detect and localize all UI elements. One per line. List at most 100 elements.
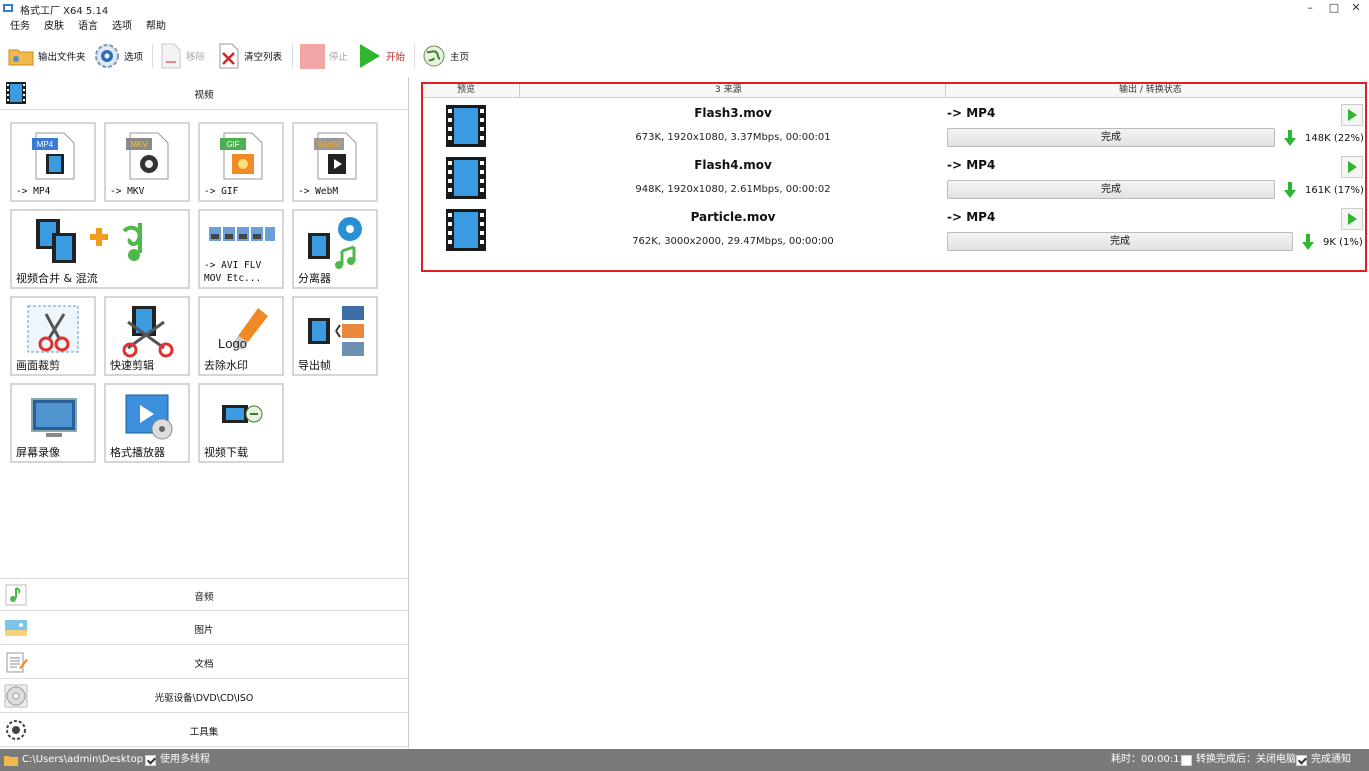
source-filename: Flash4.mov	[694, 158, 772, 172]
tile-to-webm[interactable]: WebM -> WebM	[292, 122, 378, 202]
tile-to-mp4-label: -> MP4	[16, 186, 51, 197]
menu-bar: 任务 皮肤 语言 选项 帮助	[0, 18, 1369, 36]
tile-remove-watermark-label: 去除水印	[204, 359, 248, 372]
menu-options[interactable]: 选项	[112, 18, 132, 36]
category-audio-header[interactable]: 音频	[0, 578, 408, 611]
tile-format-player[interactable]: 格式播放器	[104, 383, 190, 463]
output-format: -> MP4	[947, 158, 996, 172]
column-source[interactable]: 3 来源	[715, 84, 742, 96]
tile-video-download-label: 视频下载	[204, 446, 248, 459]
menu-skin[interactable]: 皮肤	[44, 18, 64, 36]
after-convert-checkbox[interactable]: 转换完成后：关闭电脑	[1181, 753, 1296, 767]
tile-export-frames-label: 导出帧	[298, 359, 331, 372]
clear-list-button[interactable]: 清空列表	[218, 42, 282, 70]
stop-button[interactable]: 停止	[300, 42, 348, 70]
output-path[interactable]: C:\Users\admin\Desktop	[4, 753, 143, 767]
clear-list-label: 清空列表	[244, 52, 283, 63]
category-disc-header[interactable]: 光驱设备\DVD\CD\ISO	[0, 680, 408, 713]
play-icon	[1348, 109, 1357, 121]
maximize-button[interactable]: □	[1326, 1, 1342, 15]
toolbar-divider	[292, 44, 293, 68]
notify-label: 完成通知	[1311, 754, 1351, 765]
mp4-badge-text: MP4	[37, 140, 54, 149]
tile-to-avi-flv-mov-label: -> AVI FLV MOV Etc...	[204, 260, 262, 284]
webm-file-icon: WebM	[314, 132, 357, 180]
multithread-checkbox[interactable]: 使用多线程	[145, 753, 210, 767]
home-button[interactable]: 主页	[422, 42, 469, 70]
tile-quick-clip[interactable]: 快速剪辑	[104, 296, 190, 376]
conversion-status: 完成	[1101, 132, 1121, 143]
start-label: 开始	[386, 52, 406, 63]
gif-file-icon: GIF	[220, 132, 263, 180]
tile-screen-record[interactable]: 屏幕录像	[10, 383, 96, 463]
source-metadata: 948K, 1920x1080, 2.61Mbps, 00:00:02	[635, 184, 831, 195]
globe-icon	[423, 45, 445, 67]
gif-badge-text: GIF	[226, 140, 239, 149]
tile-to-gif[interactable]: GIF -> GIF	[198, 122, 284, 202]
play-output-button[interactable]	[1341, 208, 1363, 230]
start-button[interactable]: 开始	[358, 42, 405, 70]
task-row[interactable]: Flash4.mov 948K, 1920x1080, 2.61Mbps, 00…	[423, 152, 1365, 204]
video-thumbnail-icon	[446, 157, 486, 199]
output-size: 148K (22%)	[1305, 133, 1364, 144]
title-bar: 格式工厂 X64 5.14 – □ ✕	[0, 0, 1369, 17]
tile-to-avi-flv-mov[interactable]: -> AVI FLV MOV Etc...	[198, 209, 284, 289]
tile-export-frames[interactable]: 导出帧	[292, 296, 378, 376]
tile-to-mkv[interactable]: MKV -> MKV	[104, 122, 190, 202]
category-document-header[interactable]: 文档	[0, 646, 408, 679]
multithread-label: 使用多线程	[160, 754, 210, 765]
conversion-progress-bar: 完成	[947, 128, 1275, 147]
menu-help[interactable]: 帮助	[146, 18, 166, 36]
conversion-status: 完成	[1110, 236, 1130, 247]
column-output-status[interactable]: 输出 / 转换状态	[1119, 84, 1182, 96]
quick-clip-icon	[122, 306, 174, 358]
task-row[interactable]: Particle.mov 762K, 3000x2000, 29.47Mbps,…	[423, 204, 1365, 256]
tile-remove-watermark[interactable]: Logo 去除水印	[198, 296, 284, 376]
status-bar: C:\Users\admin\Desktop 使用多线程 耗时：00:00:13…	[0, 749, 1369, 771]
multi-format-icon	[209, 227, 275, 241]
remove-label: 移除	[186, 52, 206, 63]
tile-screen-record-label: 屏幕录像	[16, 446, 60, 459]
column-preview[interactable]: 预览	[457, 84, 475, 96]
menu-task[interactable]: 任务	[10, 18, 30, 36]
play-output-button[interactable]	[1341, 104, 1363, 126]
task-row[interactable]: Flash3.mov 673K, 1920x1080, 3.37Mbps, 00…	[423, 100, 1365, 152]
source-metadata: 673K, 1920x1080, 3.37Mbps, 00:00:01	[635, 132, 831, 143]
minimize-button[interactable]: –	[1302, 1, 1318, 15]
remove-button[interactable]: 移除	[160, 42, 205, 70]
gear-icon	[95, 44, 119, 68]
notify-checkbox[interactable]: 完成通知	[1296, 753, 1351, 767]
tile-crop-label: 画面裁剪	[16, 359, 60, 372]
options-button[interactable]: 选项	[94, 42, 143, 70]
output-path-text: C:\Users\admin\Desktop	[22, 754, 144, 765]
category-image-header[interactable]: 图片	[0, 612, 408, 645]
category-document-label: 文档	[194, 659, 214, 670]
output-size: 161K (17%)	[1305, 185, 1364, 196]
conversion-status: 完成	[1101, 184, 1121, 195]
mkv-file-icon: MKV	[126, 132, 169, 180]
play-icon	[360, 44, 380, 68]
tile-to-webm-label: -> WebM	[298, 186, 339, 197]
app-icon	[3, 4, 13, 12]
after-convert-check-icon	[1181, 754, 1192, 766]
output-folder-button[interactable]: 输出文件夹	[8, 42, 86, 70]
tile-merge-mux[interactable]: 视频合并 & 混流	[10, 209, 190, 289]
category-tools-header[interactable]: 工具集	[0, 714, 408, 747]
tile-crop[interactable]: 画面裁剪	[10, 296, 96, 376]
column-divider	[519, 84, 520, 98]
source-filename: Particle.mov	[690, 210, 776, 224]
tile-to-mp4[interactable]: MP4 -> MP4	[10, 122, 96, 202]
tile-splitter-label: 分离器	[298, 272, 331, 285]
category-video-header[interactable]: 视频	[0, 77, 408, 110]
tile-splitter[interactable]: 分离器	[292, 209, 378, 289]
tile-to-gif-label: -> GIF	[204, 186, 239, 197]
menu-language[interactable]: 语言	[78, 18, 98, 36]
tile-merge-mux-label: 视频合并 & 混流	[16, 272, 98, 285]
document-remove-icon	[161, 43, 181, 69]
home-label: 主页	[450, 52, 470, 63]
tile-video-download[interactable]: 视频下载	[198, 383, 284, 463]
close-button[interactable]: ✕	[1348, 1, 1364, 15]
play-output-button[interactable]	[1341, 156, 1363, 178]
elapsed-time: 耗时：00:00:13	[1111, 753, 1186, 767]
webm-badge-text: WebM	[318, 140, 341, 149]
